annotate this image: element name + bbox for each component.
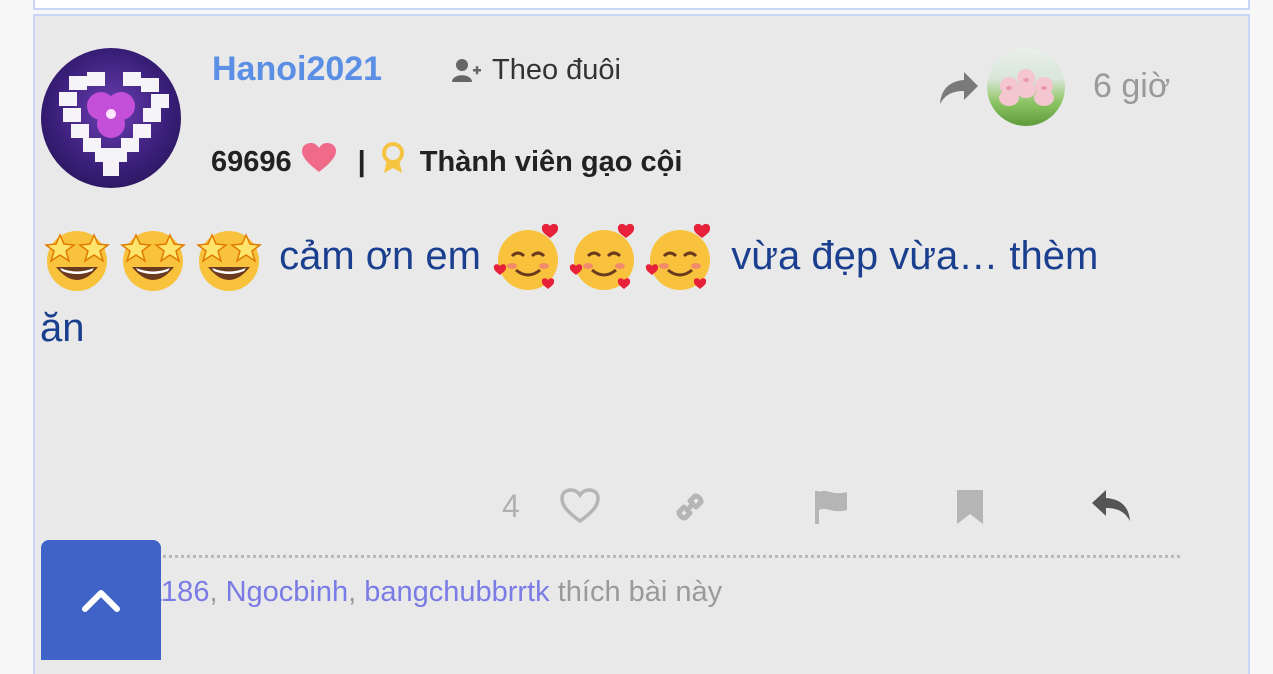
post-content: cảm ơn em vừa đẹp vừa… thèm ăn — [40, 222, 1170, 362]
user-stats: 69696 | Thành viên gạo cội — [211, 142, 682, 182]
points-count: 69696 — [211, 145, 292, 178]
like-button[interactable] — [560, 488, 600, 529]
previous-post-card — [33, 0, 1250, 10]
reply-button[interactable] — [1090, 488, 1132, 529]
post-time: 6 giờ — [1093, 67, 1171, 105]
content-text-1: cảm ơn em — [279, 234, 481, 278]
follow-label: Theo đuôi — [492, 54, 621, 86]
star-struck-emoji-icon — [120, 231, 186, 292]
pigs-image — [999, 69, 1054, 106]
smiling-hearts-emoji-icon — [645, 224, 711, 291]
share-button[interactable] — [938, 70, 980, 111]
link-icon — [676, 493, 704, 521]
avatar-art — [59, 72, 169, 176]
chevron-up-icon — [82, 590, 120, 612]
liker-link[interactable]: bangchubbrrtk — [364, 576, 549, 608]
smiling-hearts-emoji-group — [492, 224, 731, 291]
scroll-to-top-button[interactable] — [41, 540, 161, 660]
like-count: 4 — [502, 488, 520, 524]
copy-link-button[interactable] — [671, 488, 709, 531]
star-struck-emoji-icon — [44, 231, 110, 292]
like-icon — [560, 488, 600, 524]
award-icon — [380, 142, 406, 182]
username-link[interactable]: Hanoi2021 — [212, 50, 382, 89]
smiling-hearts-emoji-icon — [493, 224, 559, 291]
content-text-2: vừa đẹp vừa… thèm — [731, 234, 1099, 278]
rank-label: Thành viên gạo cội — [419, 145, 683, 178]
bookmark-button[interactable] — [954, 488, 986, 531]
report-button[interactable] — [812, 488, 850, 531]
star-struck-emoji-group — [40, 231, 279, 292]
smiling-hearts-emoji-icon — [569, 224, 635, 291]
follow-button[interactable]: Theo đuôi — [452, 54, 621, 87]
bookmark-icon — [957, 490, 983, 524]
liker-link[interactable]: Ngocbinh — [226, 576, 349, 608]
star-struck-emoji-icon — [196, 231, 262, 292]
likers-suffix: thích bài này — [557, 576, 723, 608]
add-user-icon — [452, 58, 481, 82]
content-text-3: ăn — [40, 306, 85, 351]
reply-icon — [1092, 490, 1130, 521]
reply-user-avatar[interactable] — [987, 48, 1065, 126]
share-icon — [940, 72, 978, 104]
stats-separator: | — [357, 145, 366, 178]
flag-icon — [815, 490, 847, 524]
likers-divider — [90, 555, 1180, 558]
heart-icon — [301, 143, 336, 181]
user-avatar[interactable] — [41, 48, 181, 188]
